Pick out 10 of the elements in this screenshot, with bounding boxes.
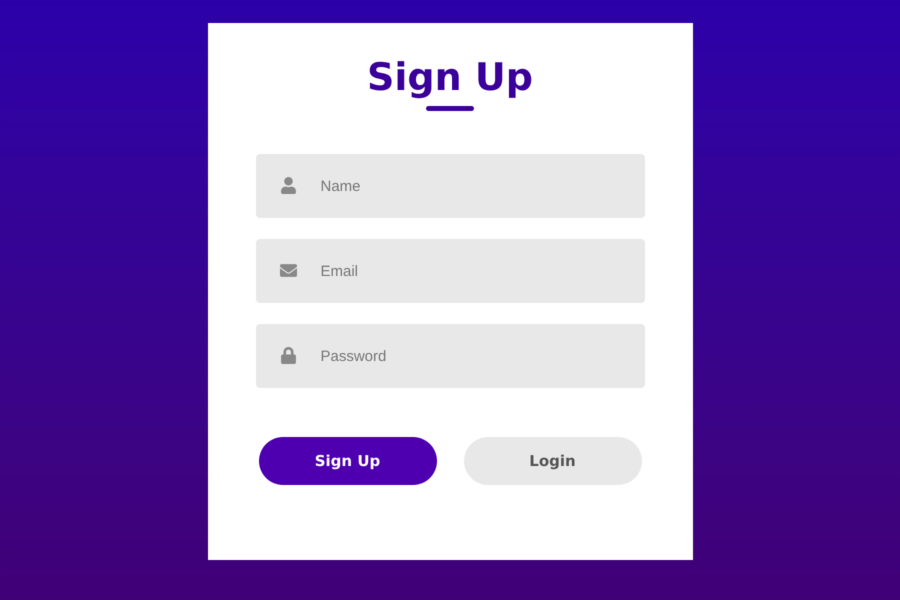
login-button[interactable]: Login bbox=[464, 437, 642, 485]
input-field[interactable]: Name bbox=[256, 154, 644, 218]
signup-button[interactable]: Sign Up bbox=[258, 437, 436, 485]
form-title: Sign Up bbox=[367, 54, 533, 101]
lock-icon bbox=[280, 347, 296, 364]
user-icon bbox=[280, 177, 296, 194]
input-field[interactable]: Password bbox=[256, 324, 644, 388]
envelope-icon bbox=[280, 262, 296, 279]
title-underline bbox=[426, 106, 474, 111]
input-field[interactable]: Email bbox=[256, 239, 644, 303]
